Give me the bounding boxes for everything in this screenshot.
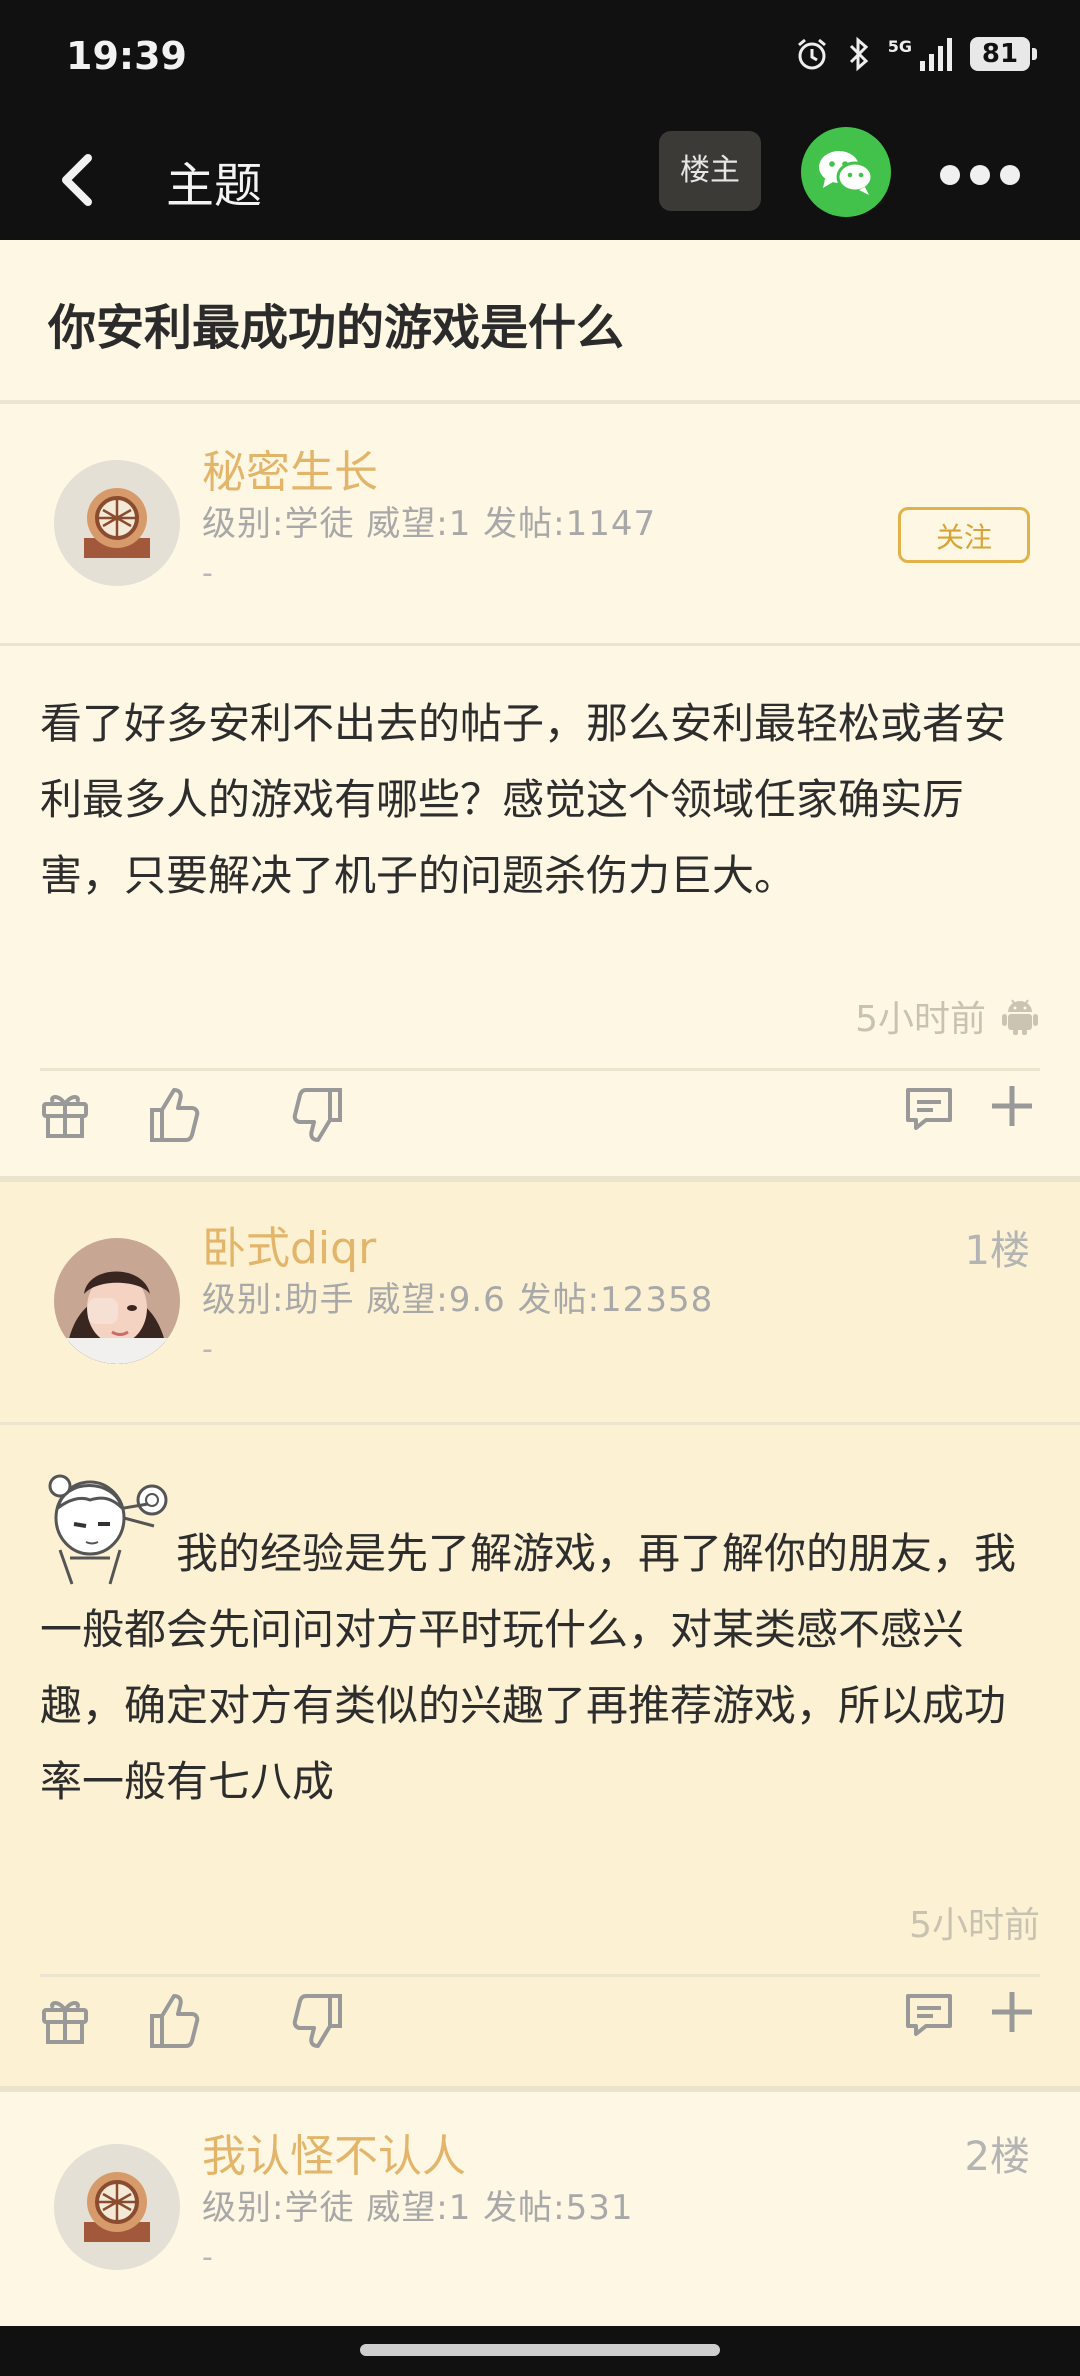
gift-button[interactable]	[40, 1080, 90, 1154]
chevron-left-icon	[62, 154, 92, 206]
post-body: 我的经验是先了解游戏，再了解你的朋友，我一般都会先问问对方平时玩什么，对某类感不…	[40, 1529, 1017, 1806]
follow-button[interactable]: 关注	[898, 507, 1030, 563]
more-options-button[interactable]	[940, 160, 1030, 190]
bluetooth-icon	[849, 36, 868, 72]
comment-icon	[906, 1994, 952, 2036]
more-dot	[1000, 165, 1020, 185]
thread-title-section: 你安利最成功的游戏是什么	[0, 240, 1080, 404]
gift-icon	[42, 1095, 88, 1138]
post-reply-2: 我认怪不认人 级别:学徒 威望:1 发帖:531 - 2楼	[0, 2092, 1080, 2326]
wechat-share-button[interactable]	[801, 127, 891, 217]
floor-number: 1楼	[964, 1228, 1030, 1274]
post-time: 5小时前	[909, 1905, 1040, 1946]
thumbs-down-icon	[292, 1994, 342, 2048]
dislike-button[interactable]	[290, 1986, 346, 2060]
more-dot	[970, 165, 990, 185]
top-app-bar: 主题 楼主	[0, 120, 1080, 240]
divider	[0, 1422, 1080, 1425]
signal-icon	[920, 38, 952, 71]
gesture-bar	[0, 2326, 1080, 2376]
page-title: 主题	[166, 158, 263, 214]
post-action-bar	[0, 1986, 1080, 2086]
like-button[interactable]	[146, 1080, 202, 1154]
plus-icon	[992, 1086, 1032, 1126]
dislike-button[interactable]	[290, 1080, 346, 1154]
floor-number: 2楼	[964, 2134, 1030, 2180]
post-header: 秘密生长 级别:学徒 威望:1 发帖:1147 - 关注	[0, 404, 1080, 644]
user-photo-avatar	[54, 1238, 180, 1364]
post-body: 看了好多安利不出去的帖子，那么安利最轻松或者安利最多人的游戏有哪些？感觉这个领域…	[40, 699, 1007, 900]
only-op-button[interactable]: 楼主	[659, 131, 761, 211]
thumbs-down-icon	[292, 1088, 342, 1142]
user-signature: -	[202, 1332, 213, 1367]
post-meta: 5小时前	[855, 990, 1040, 1042]
more-dots-icon	[940, 165, 960, 185]
diver-helmet-icon	[54, 460, 180, 586]
gift-icon	[42, 2001, 88, 2044]
gift-button[interactable]	[40, 1986, 90, 2060]
like-button[interactable]	[146, 1986, 202, 2060]
post-reply-1: 卧式diqr 级别:助手 威望:9.6 发帖:12358 - 1楼 我的经验是先…	[0, 1182, 1080, 2086]
status-icons: 5G 81	[794, 36, 1037, 72]
post-header: 卧式diqr 级别:助手 威望:9.6 发帖:12358 - 1楼	[0, 1182, 1080, 1422]
thumbs-up-icon	[150, 1088, 200, 1142]
alarm-icon	[797, 38, 826, 70]
action-divider	[40, 1068, 1040, 1071]
add-button[interactable]	[990, 1080, 1034, 1154]
add-button[interactable]	[990, 1986, 1034, 2060]
back-button[interactable]	[48, 144, 108, 216]
comment-button[interactable]	[904, 1986, 954, 2060]
avatar[interactable]	[54, 2144, 180, 2270]
username[interactable]: 卧式diqr	[202, 1212, 376, 1276]
avatar[interactable]	[54, 460, 180, 586]
thumbs-up-icon	[150, 1994, 200, 2048]
divider	[0, 643, 1080, 646]
android-icon	[1002, 999, 1038, 1035]
action-divider	[40, 1974, 1040, 1977]
network-label: 5G	[887, 36, 912, 56]
home-indicator[interactable]	[360, 2344, 720, 2356]
thread-title: 你安利最成功的游戏是什么	[48, 300, 625, 356]
user-stats: 级别:学徒 威望:1 发帖:531	[202, 2188, 634, 2228]
post-meta: 5小时前	[909, 1896, 1040, 1948]
user-stats: 级别:学徒 威望:1 发帖:1147	[202, 504, 657, 544]
wechat-icon	[819, 151, 874, 195]
username[interactable]: 秘密生长	[202, 436, 378, 500]
user-signature: -	[202, 556, 213, 591]
comment-button[interactable]	[904, 1080, 954, 1154]
user-signature: -	[202, 2240, 213, 2275]
diver-helmet-icon	[54, 2144, 180, 2270]
post-op: 秘密生长 级别:学徒 威望:1 发帖:1147 - 关注 看了好多安利不出去的帖…	[0, 404, 1080, 1176]
plus-icon	[992, 1992, 1032, 2032]
user-stats: 级别:助手 威望:9.6 发帖:12358	[202, 1280, 714, 1320]
post-action-bar	[0, 1080, 1080, 1180]
status-time: 19:39	[66, 34, 187, 78]
username[interactable]: 我认怪不认人	[202, 2120, 466, 2184]
avatar[interactable]	[54, 1238, 180, 1364]
post-header: 我认怪不认人 级别:学徒 威望:1 发帖:531 - 2楼	[0, 2092, 1080, 2332]
post-time: 5小时前	[855, 999, 986, 1040]
comment-icon	[906, 1088, 952, 1130]
battery-icon: 81	[970, 37, 1037, 71]
status-bar: 19:39 5G 81	[0, 0, 1080, 120]
